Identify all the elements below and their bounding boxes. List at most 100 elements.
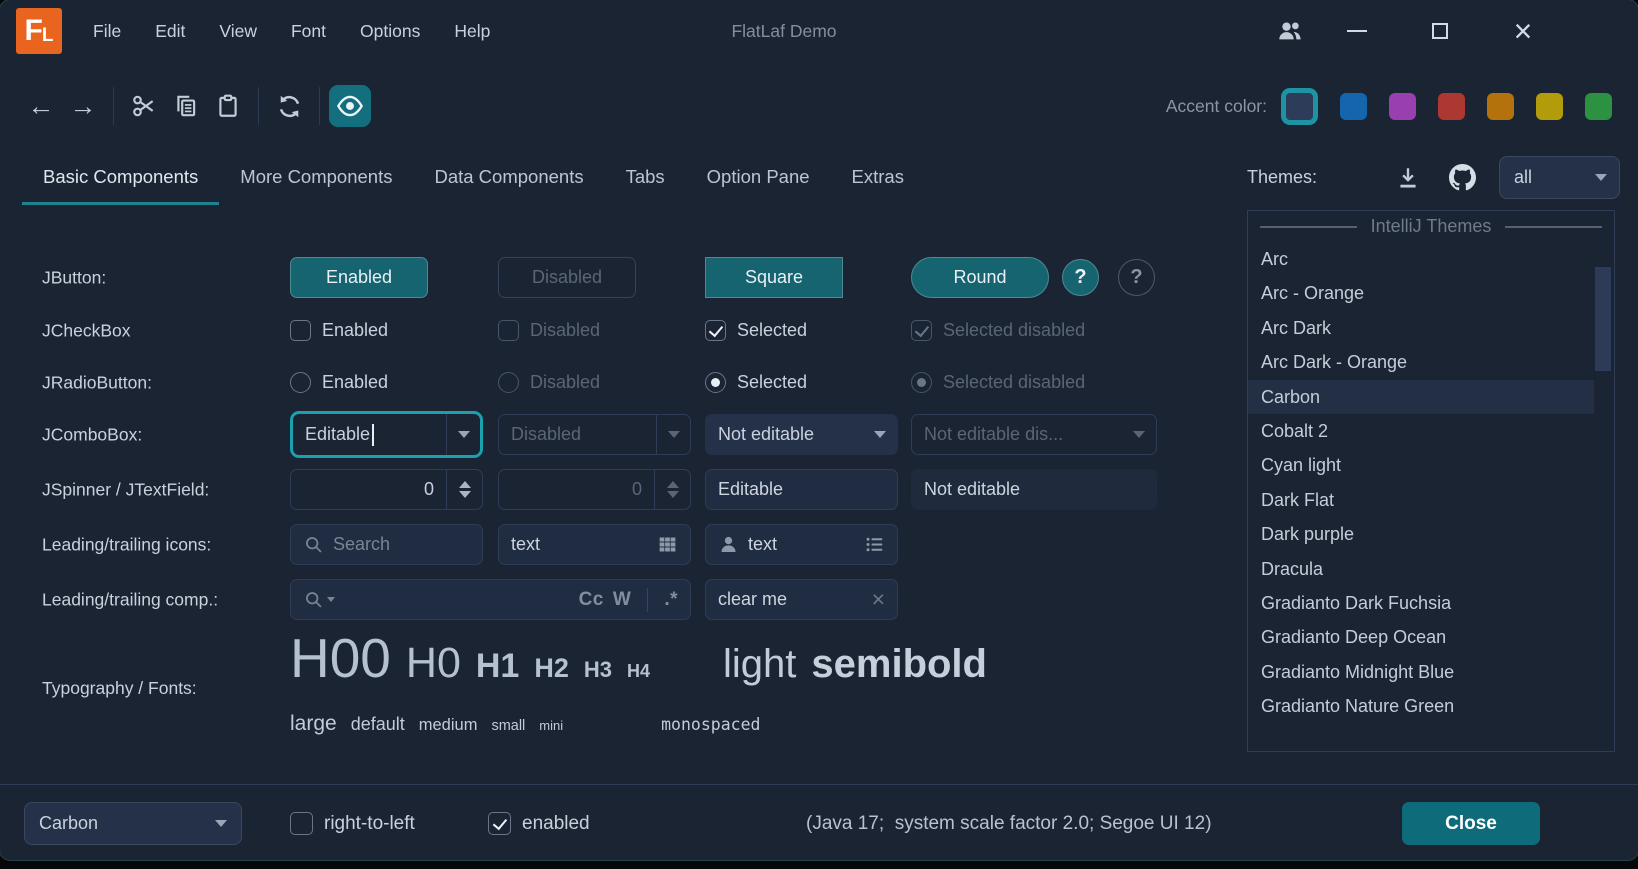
themes-group-header: IntelliJ Themes bbox=[1248, 211, 1614, 242]
round-button[interactable]: Round bbox=[911, 257, 1049, 298]
themes-header: Themes: all bbox=[1247, 150, 1620, 205]
copy-icon bbox=[173, 93, 199, 119]
spinner-up-icon[interactable] bbox=[459, 481, 471, 488]
search-with-menu-button[interactable] bbox=[303, 589, 335, 610]
jspinner-label: JSpinner / JTextField: bbox=[42, 479, 209, 500]
enabled-button[interactable]: Enabled bbox=[290, 257, 428, 298]
textfield-editable[interactable]: Editable bbox=[705, 469, 898, 510]
accent-swatch-blue[interactable] bbox=[1340, 93, 1367, 120]
menu-options[interactable]: Options bbox=[343, 0, 437, 62]
download-themes-button[interactable] bbox=[1391, 161, 1425, 195]
themes-scrollbar-thumb[interactable] bbox=[1595, 267, 1611, 371]
checkbox-selected[interactable]: Selected bbox=[705, 310, 807, 351]
help-button[interactable]: ? bbox=[1062, 259, 1099, 296]
theme-item-dark-purple[interactable]: Dark purple bbox=[1248, 517, 1594, 551]
radio-selected[interactable]: Selected bbox=[705, 362, 807, 403]
paste-button[interactable] bbox=[207, 85, 249, 127]
table-icon[interactable] bbox=[657, 534, 678, 555]
theme-item-arc[interactable]: Arc bbox=[1248, 242, 1594, 276]
regex-toggle[interactable]: .* bbox=[664, 589, 678, 611]
spinner-arrows bbox=[654, 470, 690, 509]
textfield-not-editable: Not editable bbox=[911, 469, 1157, 510]
tab-extras[interactable]: Extras bbox=[831, 150, 925, 205]
themes-filter-value: all bbox=[1500, 167, 1595, 188]
users-icon-glyph bbox=[1276, 17, 1304, 45]
checkbox-icon bbox=[290, 320, 311, 341]
radio-checked-icon bbox=[705, 372, 726, 393]
cut-button[interactable] bbox=[123, 85, 165, 127]
spinner-down-icon[interactable] bbox=[459, 491, 471, 498]
small-size-sample: small bbox=[491, 718, 525, 734]
jcheckbox-label: JCheckBox bbox=[42, 320, 131, 341]
tab-data-components[interactable]: Data Components bbox=[413, 150, 604, 205]
accent-swatch-purple[interactable] bbox=[1389, 93, 1416, 120]
refresh-button[interactable] bbox=[268, 85, 310, 127]
theme-item-gradianto-midnight-blue[interactable]: Gradianto Midnight Blue bbox=[1248, 655, 1594, 689]
search-field-with-options[interactable]: Cc W .* bbox=[290, 579, 691, 620]
chevron-down-icon bbox=[668, 431, 680, 438]
users-icon[interactable] bbox=[1266, 7, 1314, 55]
right-to-left-checkbox[interactable]: right-to-left bbox=[290, 802, 415, 845]
eye-toggle-button[interactable] bbox=[329, 85, 371, 127]
theme-combobox[interactable]: Carbon bbox=[24, 802, 242, 845]
forward-button[interactable]: → bbox=[62, 85, 104, 127]
theme-item-gradianto-deep-ocean[interactable]: Gradianto Deep Ocean bbox=[1248, 620, 1594, 654]
combobox-editable[interactable]: Editable bbox=[290, 411, 483, 458]
chevron-down-icon bbox=[327, 597, 335, 602]
match-case-toggle[interactable]: Cc bbox=[579, 589, 604, 611]
whole-words-toggle[interactable]: W bbox=[613, 589, 631, 611]
tab-more-components[interactable]: More Components bbox=[219, 150, 413, 205]
spinner-arrows[interactable] bbox=[446, 470, 482, 509]
combobox-not-editable[interactable]: Not editable bbox=[705, 414, 898, 455]
accent-swatch-green[interactable] bbox=[1585, 93, 1612, 120]
menu-font[interactable]: Font bbox=[274, 0, 343, 62]
theme-item-cyan-light[interactable]: Cyan light bbox=[1248, 448, 1594, 482]
copy-button[interactable] bbox=[165, 85, 207, 127]
back-button[interactable]: ← bbox=[20, 85, 62, 127]
system-info-text: (Java 17; system scale factor 2.0; Segoe… bbox=[806, 802, 1212, 845]
theme-item-carbon[interactable]: Carbon bbox=[1248, 380, 1594, 414]
menu-edit[interactable]: Edit bbox=[138, 0, 202, 62]
enabled-checkbox[interactable]: enabled bbox=[488, 802, 590, 845]
list-icon[interactable] bbox=[864, 534, 885, 555]
accent-swatch-default[interactable] bbox=[1281, 88, 1318, 125]
text-field-with-person-icon[interactable]: text bbox=[705, 524, 898, 565]
clear-icon[interactable]: × bbox=[872, 588, 885, 611]
spinner-enabled[interactable]: 0 bbox=[290, 469, 483, 510]
accent-swatch-yellow[interactable] bbox=[1536, 93, 1563, 120]
clearable-field[interactable]: clear me × bbox=[705, 579, 898, 620]
theme-item-dracula[interactable]: Dracula bbox=[1248, 552, 1594, 586]
accent-swatch-orange[interactable] bbox=[1487, 93, 1514, 120]
text-field-with-table-icon[interactable]: text bbox=[498, 524, 691, 565]
theme-item-gradianto-nature-green[interactable]: Gradianto Nature Green bbox=[1248, 689, 1594, 723]
minimize-button[interactable] bbox=[1333, 7, 1381, 55]
search-field[interactable]: Search bbox=[290, 524, 483, 565]
menu-view[interactable]: View bbox=[202, 0, 274, 62]
typography-label: Typography / Fonts: bbox=[42, 678, 197, 699]
tab-basic-components[interactable]: Basic Components bbox=[22, 150, 219, 205]
close-button[interactable]: Close bbox=[1402, 802, 1540, 845]
theme-item-cobalt-2[interactable]: Cobalt 2 bbox=[1248, 414, 1594, 448]
menu-file[interactable]: File bbox=[76, 0, 138, 62]
checkbox-enabled[interactable]: Enabled bbox=[290, 310, 388, 351]
themes-filter-combobox[interactable]: all bbox=[1499, 156, 1620, 199]
theme-item-arc-orange[interactable]: Arc - Orange bbox=[1248, 276, 1594, 310]
theme-item-arc-dark-orange[interactable]: Arc Dark - Orange bbox=[1248, 345, 1594, 379]
clipboard-icon bbox=[215, 93, 241, 119]
menu-help[interactable]: Help bbox=[437, 0, 507, 62]
github-button[interactable] bbox=[1445, 161, 1479, 195]
radio-enabled[interactable]: Enabled bbox=[290, 362, 388, 403]
leading-trailing-icons-label: Leading/trailing icons: bbox=[42, 534, 211, 555]
maximize-button[interactable] bbox=[1416, 7, 1464, 55]
tab-option-pane[interactable]: Option Pane bbox=[686, 150, 831, 205]
accent-swatch-red[interactable] bbox=[1438, 93, 1465, 120]
square-button[interactable]: Square bbox=[705, 257, 843, 298]
theme-item-arc-dark[interactable]: Arc Dark bbox=[1248, 311, 1594, 345]
h2-sample: H2 bbox=[534, 653, 569, 684]
theme-item-gradianto-dark-fuchsia[interactable]: Gradianto Dark Fuchsia bbox=[1248, 586, 1594, 620]
semibold-weight-sample: semibold bbox=[811, 642, 987, 687]
tab-tabs[interactable]: Tabs bbox=[605, 150, 686, 205]
theme-item-dark-flat[interactable]: Dark Flat bbox=[1248, 483, 1594, 517]
large-size-sample: large bbox=[290, 712, 337, 736]
close-window-button[interactable]: × bbox=[1499, 7, 1547, 55]
